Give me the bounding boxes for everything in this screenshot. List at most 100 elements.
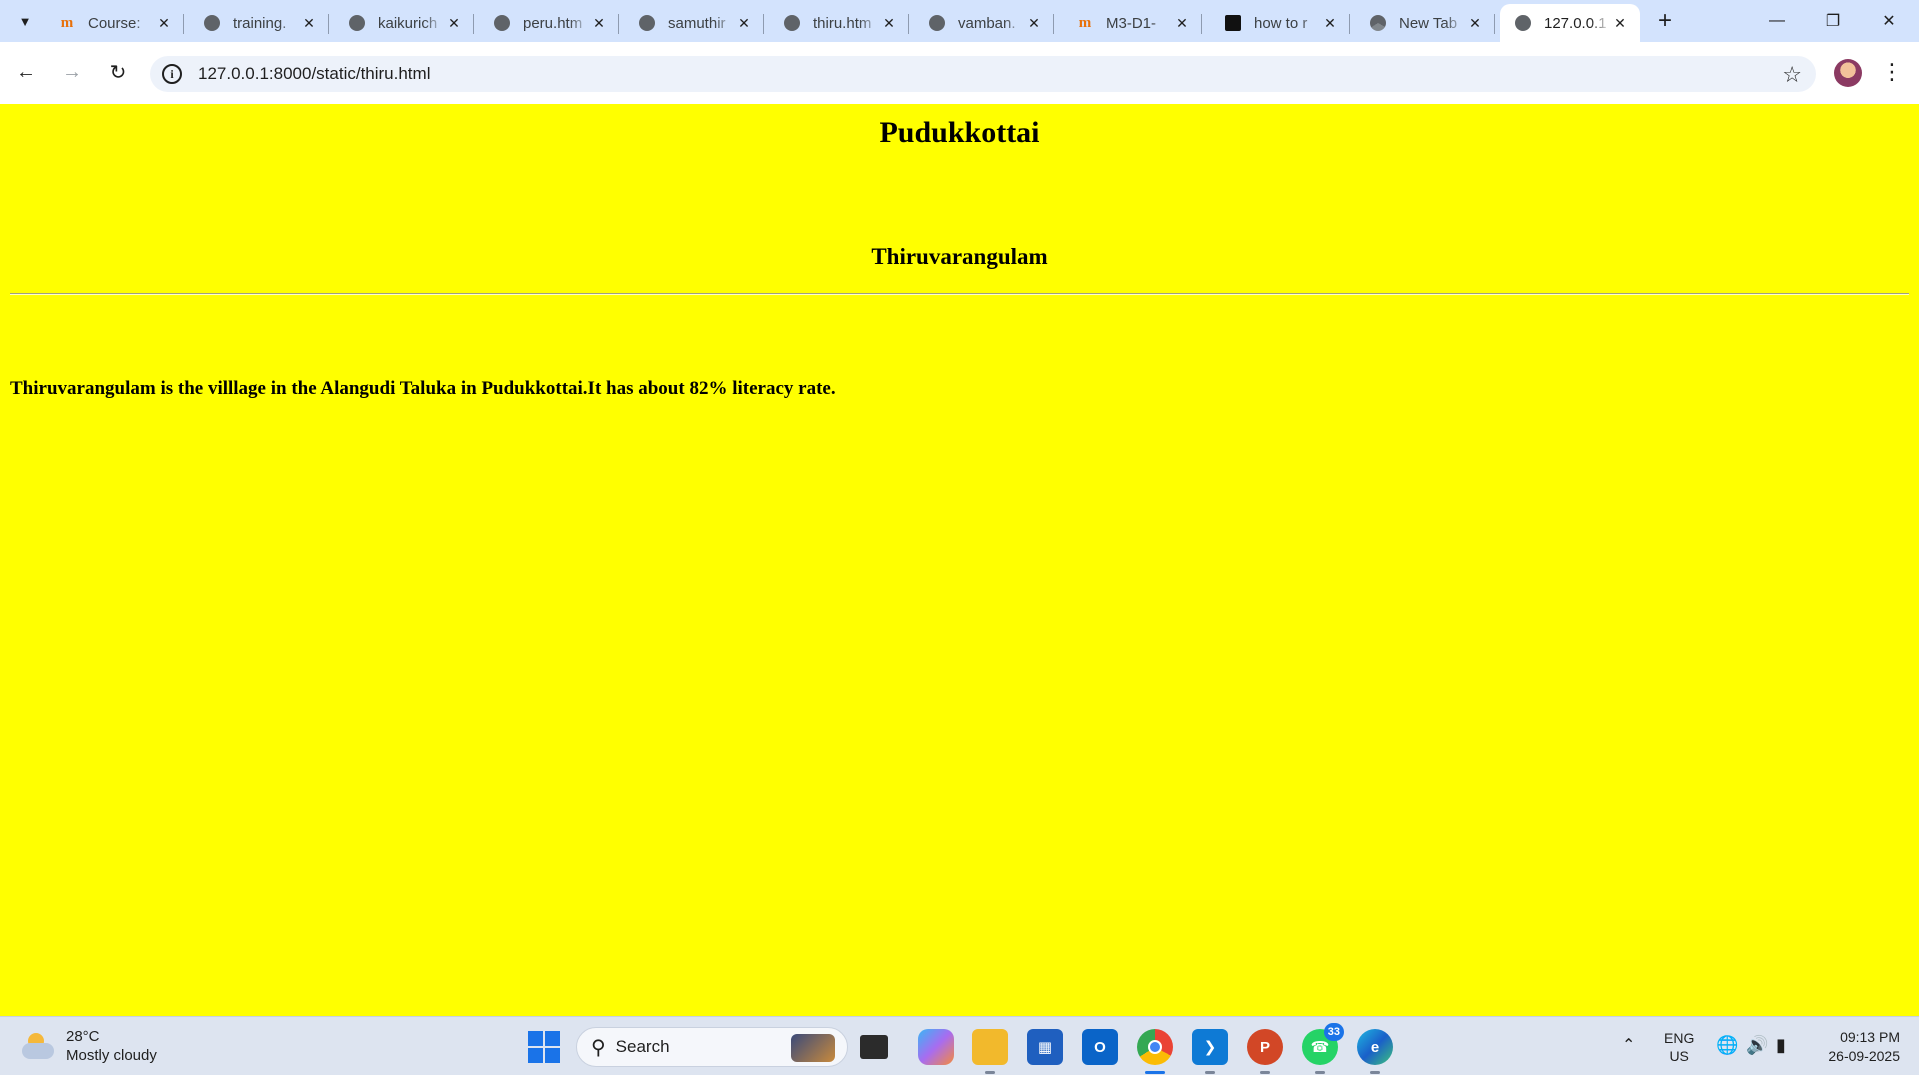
battery-icon[interactable]: ▮: [1776, 1035, 1786, 1056]
bookmark-star-icon[interactable]: ☆: [1782, 62, 1802, 88]
chevron-down-icon: ▼: [18, 13, 32, 29]
close-window-button[interactable]: ✕: [1861, 0, 1917, 42]
close-tab-icon[interactable]: ✕: [734, 13, 754, 33]
tab-title: thiru.htm: [813, 14, 872, 32]
forward-button[interactable]: →: [54, 54, 90, 90]
close-tab-icon[interactable]: ✕: [1320, 13, 1340, 33]
tab-separator: [328, 14, 329, 34]
browser-tab[interactable]: m M3-D1- ✕: [1062, 4, 1202, 42]
windows-taskbar: 28°C Mostly cloudy ⚲ Search ▦ O ❯ P ☎ 33…: [0, 1016, 1919, 1075]
task-view-button[interactable]: [860, 1035, 888, 1059]
whatsapp-button[interactable]: ☎ 33: [1302, 1023, 1344, 1074]
url-text[interactable]: 127.0.0.1:8000/static/thiru.html: [198, 64, 430, 84]
microsoft-store-button[interactable]: ▦: [1027, 1029, 1063, 1065]
arrow-right-icon: →: [62, 60, 82, 83]
copilot-button[interactable]: [918, 1029, 954, 1065]
close-icon: ✕: [1882, 13, 1896, 30]
taskbar-search-label: Search: [615, 1037, 670, 1056]
address-bar[interactable]: i 127.0.0.1:8000/static/thiru.html ☆: [150, 56, 1816, 92]
search-icon: ⚲: [591, 1036, 606, 1059]
browser-tab[interactable]: samuthir ✕: [624, 4, 764, 42]
plus-icon: +: [1657, 7, 1672, 34]
arrow-left-icon: ←: [16, 60, 36, 83]
restore-button[interactable]: ❐: [1805, 0, 1861, 42]
tab-title: peru.htm: [523, 14, 583, 32]
browser-tab[interactable]: New Tab ✕: [1355, 4, 1495, 42]
taskbar-search[interactable]: ⚲ Search: [576, 1027, 848, 1067]
close-tab-icon[interactable]: ✕: [299, 13, 319, 33]
browser-tab[interactable]: m Course: ✕: [44, 4, 184, 42]
store-icon: ▦: [1037, 1039, 1053, 1056]
reload-icon: ↻: [109, 61, 127, 84]
page-content: Pudukkottai Thiruvarangulam Thiruvarangu…: [0, 104, 1919, 1016]
browser-tab[interactable]: vamban. ✕: [914, 4, 1054, 42]
tab-title: how to r: [1254, 14, 1308, 32]
powerpoint-button[interactable]: P: [1247, 1029, 1283, 1074]
clock-time: 09:13 PM: [1840, 1029, 1900, 1045]
tab-separator: [763, 14, 764, 34]
close-tab-icon[interactable]: ✕: [444, 13, 464, 33]
weather-widget[interactable]: 28°C Mostly cloudy: [20, 1027, 157, 1065]
language-indicator[interactable]: ENG US: [1664, 1029, 1694, 1065]
globe-icon: [203, 14, 221, 32]
tab-separator: [1201, 14, 1202, 34]
clock-date: 26-09-2025: [1828, 1048, 1900, 1064]
globe-icon: [493, 14, 511, 32]
browser-tab[interactable]: kaikurich ✕: [334, 4, 474, 42]
chrome-taskbar-button[interactable]: [1137, 1029, 1173, 1074]
close-tab-icon[interactable]: ✕: [1172, 13, 1192, 33]
close-tab-icon[interactable]: ✕: [1465, 13, 1485, 33]
minimize-button[interactable]: —: [1749, 0, 1805, 42]
search-highlight-image: [791, 1034, 835, 1062]
tab-title: M3-D1-: [1106, 14, 1157, 32]
tab-title: kaikurich: [378, 14, 438, 32]
tab-title: training.: [233, 14, 287, 32]
close-tab-icon[interactable]: ✕: [589, 13, 609, 33]
tab-strip: ▼ m Course: ✕ training. ✕ kaikurich ✕ peru.htm ✕…: [0, 0, 1919, 42]
profile-avatar[interactable]: [1834, 59, 1862, 87]
notification-badge: 33: [1323, 1023, 1344, 1041]
start-button[interactable]: [528, 1031, 560, 1063]
back-button[interactable]: ←: [8, 54, 44, 90]
chrome-icon: [1369, 14, 1387, 32]
globe-icon: [638, 14, 656, 32]
tab-search-button[interactable]: ▼: [8, 5, 42, 37]
page-paragraph: Thiruvarangulam is the villlage in the A…: [10, 378, 836, 399]
tab-separator: [618, 14, 619, 34]
browser-tab[interactable]: 127.0.0.1 ✕: [1500, 4, 1640, 42]
close-tab-icon[interactable]: ✕: [1024, 13, 1044, 33]
page-heading: Pudukkottai: [879, 116, 1040, 149]
system-clock[interactable]: 09:13 PM 26-09-2025: [1810, 1028, 1900, 1066]
new-tab-button[interactable]: +: [1650, 6, 1680, 36]
browser-tab[interactable]: peru.htm ✕: [479, 4, 619, 42]
browser-tab[interactable]: thiru.htm ✕: [769, 4, 909, 42]
browser-tab[interactable]: training. ✕: [189, 4, 329, 42]
browser-menu-button[interactable]: ⋮: [1880, 56, 1904, 88]
edge-button[interactable]: e: [1357, 1029, 1393, 1074]
close-tab-icon[interactable]: ✕: [1610, 13, 1630, 33]
show-hidden-icons-button[interactable]: ⌃: [1622, 1035, 1635, 1055]
tab-separator: [183, 14, 184, 34]
globe-icon: [1514, 14, 1532, 32]
reload-button[interactable]: ↻: [100, 54, 136, 90]
edge-icon: e: [1370, 1038, 1380, 1056]
orange-m-icon: m: [60, 14, 74, 31]
site-info-icon[interactable]: i: [162, 64, 182, 84]
whatsapp-icon: ☎: [1310, 1039, 1330, 1056]
outlook-button[interactable]: O: [1082, 1029, 1118, 1065]
tab-title: vamban.: [958, 14, 1016, 32]
vscode-button[interactable]: ❯: [1192, 1029, 1228, 1074]
close-tab-icon[interactable]: ✕: [879, 13, 899, 33]
network-globe-icon[interactable]: 🌐: [1716, 1035, 1738, 1056]
tab-title: 127.0.0.1: [1544, 14, 1607, 32]
file-explorer-button[interactable]: [972, 1029, 1008, 1074]
close-tab-icon[interactable]: ✕: [154, 13, 174, 33]
tab-separator: [1053, 14, 1054, 34]
region-code: US: [1669, 1048, 1689, 1064]
tab-separator: [473, 14, 474, 34]
browser-tab[interactable]: how to r ✕: [1210, 4, 1350, 42]
volume-icon[interactable]: 🔊: [1746, 1035, 1768, 1056]
tab-separator: [1494, 14, 1495, 34]
minimize-icon: —: [1769, 12, 1785, 29]
language-code: ENG: [1664, 1030, 1695, 1046]
